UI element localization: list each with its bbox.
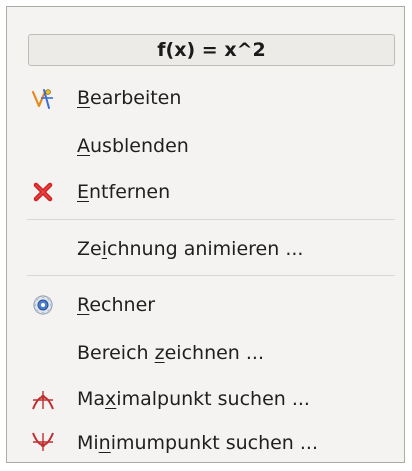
menu-title: f(x) = x^2 [28, 34, 395, 66]
menu-item-find-minimum[interactable]: Minimumpunkt suchen ... [21, 423, 403, 463]
menu-item-remove[interactable]: Entfernen [21, 172, 403, 212]
minimum-point-icon [31, 431, 55, 455]
menu-item-label: Rechner [77, 294, 156, 316]
calculator-gear-icon [31, 293, 55, 317]
menu-item-edit[interactable]: Bearbeiten [21, 78, 403, 118]
menu-item-animate-drawing[interactable]: Zeichnung animieren ... [21, 229, 403, 269]
context-menu: f(x) = x^2 Bearbeiten Ausblenden Entfern… [6, 6, 405, 463]
menu-separator [27, 275, 395, 276]
menu-item-label: Entfernen [77, 181, 171, 203]
menu-item-label: Ausblenden [77, 135, 189, 157]
menu-item-label: Zeichnung animieren ... [77, 238, 304, 260]
maximum-point-icon [31, 387, 55, 411]
menu-item-label: Bearbeiten [77, 87, 182, 109]
menu-item-label: Minimumpunkt suchen ... [77, 432, 319, 454]
menu-item-find-maximum[interactable]: Maximalpunkt suchen ... [21, 379, 403, 419]
menu-item-calculator[interactable]: Rechner [21, 285, 403, 325]
menu-item-draw-area[interactable]: Bereich zeichnen ... [21, 333, 403, 373]
edit-graph-icon [31, 86, 55, 110]
menu-item-label: Bereich zeichnen ... [77, 342, 264, 364]
menu-item-hide[interactable]: Ausblenden [21, 126, 403, 166]
menu-separator [27, 219, 395, 220]
remove-x-icon [31, 180, 55, 204]
menu-item-label: Maximalpunkt suchen ... [77, 388, 310, 410]
